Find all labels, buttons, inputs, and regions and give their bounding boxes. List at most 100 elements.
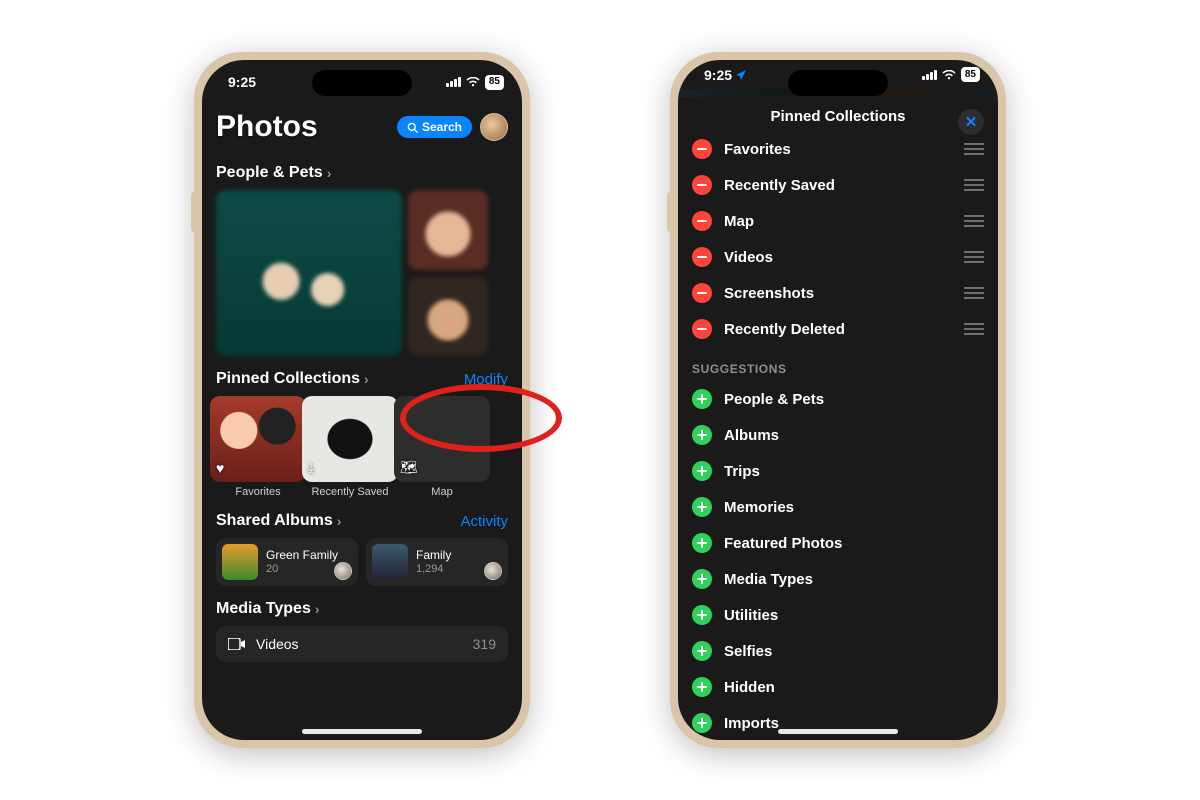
remove-button[interactable] [692,319,712,339]
suggestion-list-row[interactable]: Media Types [692,562,984,596]
remove-button[interactable] [692,211,712,231]
suggestion-list-row[interactable]: Featured Photos [692,526,984,560]
row-label: Screenshots [724,285,952,302]
row-label: Map [724,213,952,230]
media-type-count: 319 [473,636,496,652]
add-button[interactable] [692,677,712,697]
pinned-thumb: ⤓ [302,396,398,482]
add-button[interactable] [692,569,712,589]
add-button[interactable] [692,713,712,733]
drag-handle-icon[interactable] [964,287,984,299]
chevron-right-icon: › [327,165,332,181]
pinned-tile[interactable]: 🗺Map [400,396,484,498]
drag-handle-icon[interactable] [964,251,984,263]
add-button[interactable] [692,641,712,661]
pinned-list-row[interactable]: Map [692,204,984,238]
drag-handle-icon[interactable] [964,323,984,335]
section-shared-albums[interactable]: Shared Albums› [216,512,341,530]
suggestion-list-row[interactable]: Trips [692,454,984,488]
drag-handle-icon[interactable] [964,179,984,191]
section-label: Pinned Collections [216,370,360,388]
pinned-list-row[interactable]: Favorites [692,132,984,166]
search-label: Search [422,120,462,134]
shared-album-count: 1,294 [416,563,451,575]
section-label: Media Types [216,600,311,618]
pinned-list-row[interactable]: Videos [692,240,984,274]
add-button[interactable] [692,533,712,553]
add-button[interactable] [692,461,712,481]
pinned-thumb: 🗺 [394,396,490,482]
status-time: 9:25 [228,74,256,90]
drag-handle-icon[interactable] [964,143,984,155]
suggestion-list-row[interactable]: Albums [692,418,984,452]
people-tile[interactable] [216,190,402,356]
phone-right: 9:25 85 Pinned Collections ✕ FavoritesRe… [670,52,1006,748]
section-label: Shared Albums [216,512,333,530]
activity-button[interactable]: Activity [460,513,508,530]
pinned-tile[interactable]: ♥Favorites [216,396,300,498]
media-type-label: Videos [256,636,463,652]
search-icon [407,122,418,133]
row-label: Recently Saved [724,177,952,194]
dynamic-island [312,70,412,96]
suggestion-list-row[interactable]: Imports [692,706,984,740]
shared-album-name: Green Family [266,549,338,562]
row-label: Featured Photos [724,535,984,552]
row-label: Memories [724,499,984,516]
pinned-list-row[interactable]: Screenshots [692,276,984,310]
profile-avatar[interactable] [480,113,508,141]
row-label: Selfies [724,643,984,660]
wifi-icon [466,77,480,87]
media-type-row[interactable]: Videos 319 [216,626,508,662]
location-arrow-icon [736,70,746,80]
remove-button[interactable] [692,175,712,195]
status-time: 9:25 [704,67,732,83]
row-label: Albums [724,427,984,444]
home-indicator[interactable] [302,729,422,734]
video-icon [228,638,246,650]
remove-button[interactable] [692,283,712,303]
section-media-types[interactable]: Media Types› [216,600,320,618]
pinned-glyph-icon: ⤓ [308,459,314,476]
shared-album-count: 20 [266,563,338,575]
sheet-title: Pinned Collections [770,108,905,125]
pinned-list-row[interactable]: Recently Saved [692,168,984,202]
row-label: Videos [724,249,952,266]
pinned-list-row[interactable]: Recently Deleted [692,312,984,346]
member-avatar [484,562,502,580]
add-button[interactable] [692,605,712,625]
shared-thumb [222,544,258,580]
shared-album-name: Family [416,549,451,562]
suggestion-list-row[interactable]: Memories [692,490,984,524]
remove-button[interactable] [692,139,712,159]
suggestion-list-row[interactable]: Utilities [692,598,984,632]
shared-thumb [372,544,408,580]
section-people-pets[interactable]: People & Pets› [216,164,508,182]
section-pinned-collections[interactable]: Pinned Collections› [216,370,369,388]
people-tile[interactable] [408,190,488,270]
page-title: Photos [216,110,318,144]
pinned-caption: Recently Saved [311,486,388,498]
shared-album-card[interactable]: Green Family20 [216,538,358,586]
chevron-right-icon: › [315,601,320,617]
add-button[interactable] [692,497,712,517]
shared-album-card[interactable]: Family1,294 [366,538,508,586]
home-indicator[interactable] [778,729,898,734]
people-tile[interactable] [408,276,488,356]
remove-button[interactable] [692,247,712,267]
search-button[interactable]: Search [397,116,472,138]
row-label: Utilities [724,607,984,624]
add-button[interactable] [692,389,712,409]
cellular-signal-icon [446,77,461,87]
pinned-caption: Favorites [235,486,280,498]
pinned-tile[interactable]: ⤓ Recently Saved [308,396,392,498]
dynamic-island [788,70,888,96]
suggestion-list-row[interactable]: Selfies [692,634,984,668]
suggestion-list-row[interactable]: Hidden [692,670,984,704]
battery-indicator: 85 [961,67,980,82]
chevron-right-icon: › [337,513,342,529]
drag-handle-icon[interactable] [964,215,984,227]
add-button[interactable] [692,425,712,445]
suggestion-list-row[interactable]: People & Pets [692,382,984,416]
modify-button[interactable]: Modify [464,371,508,388]
